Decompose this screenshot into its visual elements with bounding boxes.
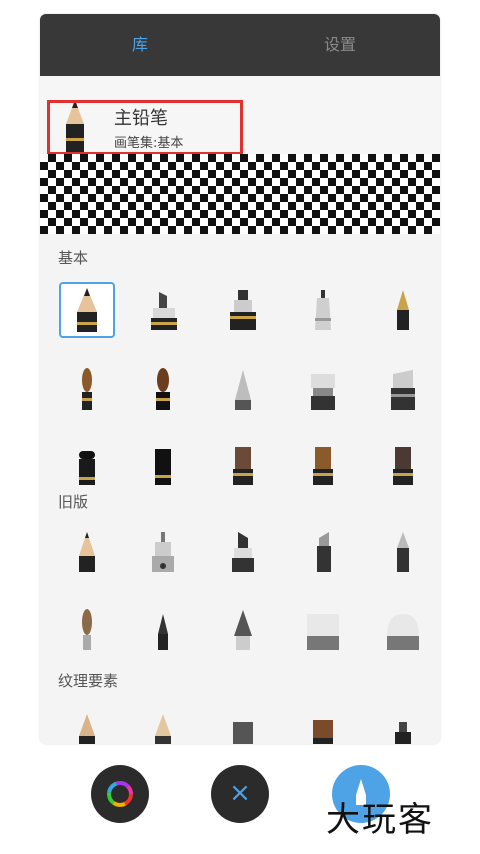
texture-brush-fine-tip[interactable]	[375, 704, 431, 744]
brush-icon	[82, 368, 92, 410]
legacy-brush-pencil[interactable]	[59, 524, 115, 580]
marker-icon	[230, 290, 256, 330]
brush-dry-brush[interactable]	[295, 437, 351, 493]
brush-icon	[79, 451, 95, 485]
brush-marker-wide[interactable]	[215, 282, 271, 338]
brush-flat-brush-black[interactable]	[135, 437, 191, 493]
brush-pencil[interactable]	[59, 282, 115, 338]
marker-icon	[151, 292, 177, 330]
brush-wide-marker[interactable]	[375, 362, 431, 418]
brush-icon	[233, 447, 253, 485]
pencil-icon	[79, 532, 95, 572]
tab-library[interactable]: 库	[80, 14, 200, 76]
eraser-icon	[387, 614, 419, 650]
legacy-brush-felt-tip[interactable]	[295, 524, 351, 580]
legacy-brush-technical-pen[interactable]	[135, 524, 191, 580]
brush-fountain-nib[interactable]	[375, 282, 431, 338]
brush-flat-paint-brush[interactable]	[375, 437, 431, 493]
close-button[interactable]: ×	[211, 765, 269, 823]
brush-flat-brush-small[interactable]	[59, 437, 115, 493]
block-icon	[233, 722, 253, 744]
brush-icon	[158, 614, 168, 650]
texture-brush-bristle[interactable]	[295, 704, 351, 744]
color-wheel-icon	[107, 781, 133, 807]
nib-icon	[397, 290, 409, 330]
brush-airbrush[interactable]	[215, 362, 271, 418]
tab-settings[interactable]: 设置	[280, 14, 400, 76]
section-title-basic: 基本	[58, 249, 89, 267]
brush-marker-chisel[interactable]	[135, 282, 191, 338]
pen-icon	[397, 532, 409, 572]
watermark-text: 大玩客	[326, 800, 434, 840]
section-title-texture: 纹理要素	[58, 672, 119, 690]
texture-brush-pencil[interactable]	[59, 704, 115, 744]
brush-icon	[155, 449, 171, 485]
legacy-brush-fine-brush[interactable]	[59, 602, 115, 658]
texture-brush-block[interactable]	[215, 704, 271, 744]
legacy-brush-dip-pen[interactable]	[215, 602, 271, 658]
brush-preview-stroke	[40, 154, 440, 234]
pen-icon	[395, 722, 411, 744]
marker-icon	[391, 370, 415, 410]
pencil-icon	[79, 714, 95, 744]
legacy-brush-eraser-soft[interactable]	[375, 602, 431, 658]
brush-library-panel: 库 设置 主铅笔 画笔集:基本 基本 旧版 纹理要素	[40, 14, 440, 744]
texture-brush-charcoal[interactable]	[135, 704, 191, 744]
brush-round-brush[interactable]	[59, 362, 115, 418]
brush-icon	[393, 447, 413, 485]
bristle-icon	[313, 720, 333, 744]
brush-paint-roller[interactable]	[295, 362, 351, 418]
eraser-icon	[307, 614, 339, 650]
brush-icon	[313, 447, 333, 485]
tab-bar: 库 设置	[40, 14, 440, 76]
color-picker-button[interactable]	[91, 765, 149, 823]
brush-icon	[82, 609, 92, 650]
brush-icon	[156, 368, 170, 410]
marker-icon	[232, 532, 254, 572]
pen-icon	[315, 290, 331, 330]
highlight-box	[47, 100, 243, 155]
legacy-brush-eraser-hard[interactable]	[295, 602, 351, 658]
airbrush-icon	[235, 370, 251, 410]
brush-ballpoint-pen[interactable]	[295, 282, 351, 338]
pencil-icon	[77, 288, 97, 332]
pen-icon	[152, 532, 174, 572]
roller-icon	[311, 374, 335, 410]
nib-icon	[234, 610, 252, 650]
brush-bristle-brush[interactable]	[215, 437, 271, 493]
legacy-brush-chisel-marker[interactable]	[215, 524, 271, 580]
legacy-brush-small-brush[interactable]	[135, 602, 191, 658]
charcoal-icon	[155, 714, 171, 744]
marker-icon	[317, 532, 331, 572]
legacy-brush-ballpoint[interactable]	[375, 524, 431, 580]
section-title-legacy: 旧版	[58, 493, 89, 511]
brush-ink-brush[interactable]	[135, 362, 191, 418]
